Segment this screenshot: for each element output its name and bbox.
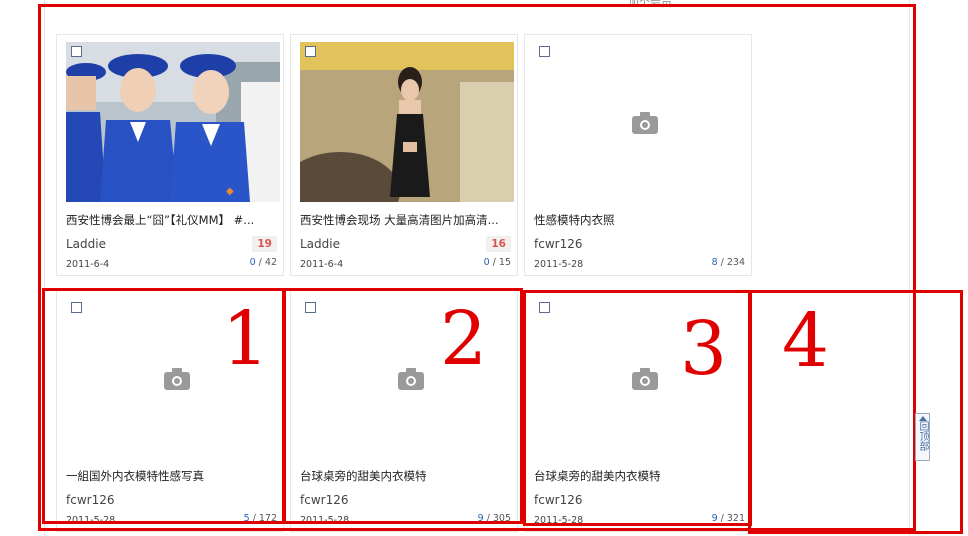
album-author[interactable]: fcwr126 — [534, 237, 582, 251]
album-grid: ◆ 西安性博会最上“囧”【礼仪MM】 #... Laddie 19 2011-6… — [56, 34, 756, 532]
stats-count[interactable]: 5 — [244, 513, 250, 524]
camera-icon — [398, 368, 424, 390]
album-author[interactable]: fcwr126 — [66, 493, 114, 507]
album-date: 2011-5-28 — [534, 515, 584, 526]
select-checkbox[interactable] — [305, 302, 316, 313]
annotation-number-1: 1 — [222, 296, 270, 382]
album-title[interactable]: 台球桌旁的甜美内衣模特 — [534, 468, 748, 484]
album-title[interactable]: 西安性博会现场 大量高清图片加高清... — [300, 212, 514, 228]
album-author[interactable]: fcwr126 — [300, 493, 348, 507]
annotation-box-4 — [748, 290, 963, 534]
album-thumbnail[interactable]: ◆ — [66, 42, 280, 202]
album-stats: 5 / 172 — [243, 513, 277, 524]
stats-count[interactable]: 0 — [484, 257, 490, 268]
count-badge: 19 — [252, 236, 277, 252]
album-title[interactable]: 西安性博会最上“囧”【礼仪MM】 #... — [66, 212, 280, 228]
album-stats: 0 / 42 — [249, 257, 277, 268]
annotation-number-3: 3 — [680, 306, 728, 392]
back-to-top-button[interactable]: 回顶部 — [915, 413, 930, 461]
album-card[interactable]: 性感模特内衣照 fcwr126 2011-5-28 8 / 234 — [524, 34, 752, 276]
stats-total: 234 — [726, 257, 745, 268]
album-stats: 8 / 234 — [711, 257, 745, 268]
header-snippet: 加个会员 — [628, 0, 672, 9]
photo-lingerie-model — [300, 42, 514, 202]
album-date: 2011-5-28 — [300, 515, 350, 526]
album-date: 2011-6-4 — [300, 259, 344, 270]
album-stats: 0 / 15 — [483, 257, 511, 268]
stats-count[interactable]: 0 — [250, 257, 256, 268]
album-card[interactable]: ◆ 西安性博会最上“囧”【礼仪MM】 #... Laddie 19 2011-6… — [56, 34, 284, 276]
stats-count[interactable]: 9 — [712, 513, 718, 524]
stats-count[interactable]: 9 — [478, 513, 484, 524]
album-stats: 9 / 321 — [711, 513, 745, 524]
select-checkbox[interactable] — [305, 46, 316, 57]
stats-total: 42 — [264, 257, 277, 268]
svg-text:◆: ◆ — [226, 186, 234, 197]
album-thumbnail[interactable] — [300, 42, 514, 202]
album-title[interactable]: 台球桌旁的甜美内衣模特 — [300, 468, 514, 484]
album-date: 2011-5-28 — [66, 515, 116, 526]
select-checkbox[interactable] — [71, 46, 82, 57]
stats-total: 172 — [258, 513, 277, 524]
album-title[interactable]: 一組国外内衣模特性感写真 — [66, 468, 280, 484]
album-thumbnail[interactable] — [534, 42, 748, 202]
album-stats: 9 / 305 — [477, 513, 511, 524]
stats-count[interactable]: 8 — [712, 257, 718, 268]
stats-total: 15 — [498, 257, 511, 268]
page-left-border — [44, 0, 45, 536]
album-date: 2011-5-28 — [534, 259, 584, 270]
camera-icon — [632, 112, 658, 134]
album-author[interactable]: Laddie — [300, 237, 340, 251]
album-author[interactable]: Laddie — [66, 237, 106, 251]
annotation-number-4: 4 — [782, 298, 830, 384]
annotation-number-2: 2 — [440, 296, 488, 382]
select-checkbox[interactable] — [71, 302, 82, 313]
album-date: 2011-6-4 — [66, 259, 110, 270]
back-to-top-label: 回顶部 — [917, 421, 928, 451]
select-checkbox[interactable] — [539, 302, 550, 313]
camera-icon — [164, 368, 190, 390]
album-title[interactable]: 性感模特内衣照 — [534, 212, 748, 228]
stats-total: 321 — [726, 513, 745, 524]
count-badge: 16 — [486, 236, 511, 252]
stats-total: 305 — [492, 513, 511, 524]
camera-icon — [632, 368, 658, 390]
select-checkbox[interactable] — [539, 46, 550, 57]
album-card[interactable]: 西安性博会现场 大量高清图片加高清... Laddie 16 2011-6-4 … — [290, 34, 518, 276]
album-author[interactable]: fcwr126 — [534, 493, 582, 507]
page-right-border — [909, 0, 910, 536]
photo-etiquette-girls: ◆ — [66, 42, 280, 202]
